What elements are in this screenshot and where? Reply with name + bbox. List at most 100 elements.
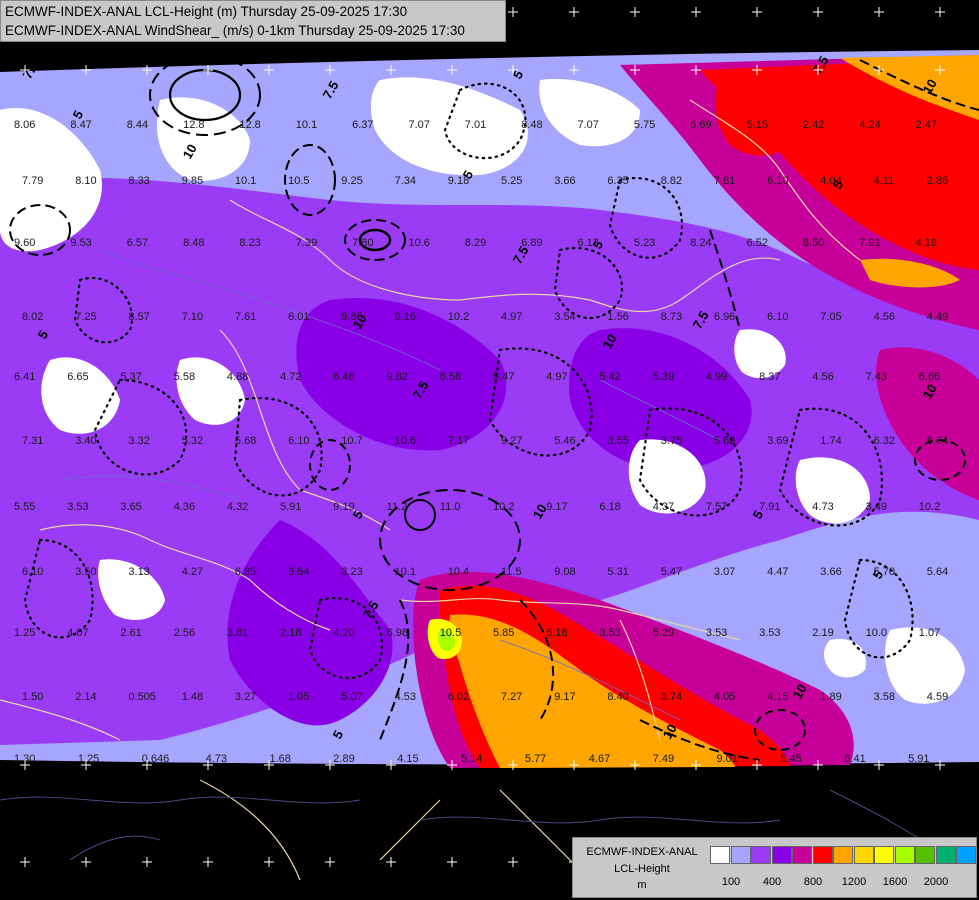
station-value: 6.35 (235, 566, 256, 578)
station-value: 5.85 (493, 627, 514, 639)
station-value: 3.13 (128, 566, 149, 578)
station-value: 4.36 (174, 501, 195, 513)
station-value: 6.41 (14, 371, 35, 383)
station-value: 6.66 (919, 371, 940, 383)
station-value: 9.60 (14, 237, 35, 249)
station-value: 4.88 (227, 371, 248, 383)
station-value: 4.04 (820, 175, 841, 187)
station-value: 7.17 (448, 435, 469, 447)
station-value: 5.25 (501, 175, 522, 187)
station-value: 7.39 (296, 237, 317, 249)
station-value: 2.86 (927, 175, 948, 187)
legend-swatch (833, 846, 853, 864)
station-value: 4.11 (874, 175, 895, 187)
station-value: 8.50 (803, 237, 824, 249)
station-value: 8.02 (22, 311, 43, 323)
station-value: 3.55 (607, 435, 628, 447)
station-value: 5.58 (174, 371, 195, 383)
station-value: 8.10 (75, 175, 96, 187)
station-value: 7.80 (352, 237, 373, 249)
station-value: 4.07 (67, 627, 88, 639)
station-value: 8.23 (239, 237, 260, 249)
station-value: 5.45 (780, 753, 801, 765)
station-value: 10.5 (288, 175, 309, 187)
station-value: 6.57 (127, 237, 148, 249)
station-value: 1.50 (22, 691, 43, 703)
legend-tick-label: 100 (721, 876, 741, 888)
legend-swatch (771, 846, 792, 864)
station-value: 3.69 (767, 435, 788, 447)
station-value: 3.66 (554, 175, 575, 187)
station-value: 10.6 (395, 435, 416, 447)
station-value: 5.32 (182, 435, 203, 447)
station-value: 7.91 (759, 501, 780, 513)
station-value: 5.42 (599, 371, 620, 383)
station-value: 4.56 (874, 311, 895, 323)
station-value: 6.89 (521, 237, 542, 249)
station-value: 10.1 (296, 119, 317, 131)
station-value: 0.505 (128, 691, 156, 703)
station-value: 1.05 (288, 691, 309, 703)
station-value: 8.82 (661, 175, 682, 187)
station-value: 11.2 (387, 501, 408, 513)
station-value: 2.18 (280, 627, 301, 639)
station-value: 8.47 (70, 119, 91, 131)
station-value: 6.32 (874, 435, 895, 447)
station-value: 3.53 (706, 627, 727, 639)
station-value: 6.37 (352, 119, 373, 131)
station-value: 9.19 (333, 501, 354, 513)
station-value: 4.24 (859, 119, 880, 131)
station-value: 2.89 (333, 753, 354, 765)
legend-swatch (915, 846, 935, 864)
legend-swatch (874, 846, 894, 864)
legend-title-source: ECMWF-INDEX-ANAL (586, 846, 698, 858)
station-value: 3.58 (874, 691, 895, 703)
station-value: 9.82 (387, 371, 408, 383)
station-value: 5.15 (747, 119, 768, 131)
station-value: 6.98 (387, 627, 408, 639)
station-value: 11.5 (501, 566, 522, 578)
station-value: 3.75 (661, 435, 682, 447)
station-value: 5.55 (14, 501, 35, 513)
station-value: 5.68 (235, 435, 256, 447)
station-value: 4.27 (182, 566, 203, 578)
station-value: 10.7 (341, 435, 362, 447)
legend-swatch (812, 846, 833, 864)
station-value: 5.47 (493, 371, 514, 383)
station-value: 10.0 (866, 627, 887, 639)
station-value: 5.47 (661, 566, 682, 578)
station-value: 6.96 (714, 311, 735, 323)
station-value: 3.23 (341, 566, 362, 578)
station-value: 6.18 (599, 501, 620, 513)
station-value: 4.18 (916, 237, 937, 249)
station-value: 1.25 (14, 627, 35, 639)
legend-tick-label: 1600 (882, 876, 908, 888)
station-value: 5.14 (461, 753, 482, 765)
station-value: 4.56 (812, 371, 833, 383)
legend-unit: m (637, 879, 647, 891)
station-value: 7.07 (409, 119, 430, 131)
station-value: 3.81 (227, 627, 248, 639)
station-value: 4.49 (927, 311, 948, 323)
station-value: 7.07 (578, 119, 599, 131)
station-value: 6.52 (747, 237, 768, 249)
station-value: 1.25 (78, 753, 99, 765)
station-value: 1.74 (820, 435, 841, 447)
station-value: 5.68 (714, 435, 735, 447)
legend-title-variable: LCL-Height (614, 863, 670, 875)
station-value: 5.70 (874, 566, 895, 578)
station-value: 5.23 (634, 237, 655, 249)
legend-tick-label: 1200 (841, 876, 867, 888)
station-value: 12.8 (183, 119, 204, 131)
station-value: 6.12 (578, 237, 599, 249)
station-value: 0.646 (142, 753, 170, 765)
station-value: 10.2 (493, 501, 514, 513)
station-value: 4.05 (714, 691, 735, 703)
station-value: 8.29 (465, 237, 486, 249)
station-value: 10.2 (448, 311, 469, 323)
station-value: 6.10 (22, 566, 43, 578)
station-value: 8.64 (927, 435, 948, 447)
station-value: 9.18 (448, 175, 469, 187)
legend-swatch (710, 846, 730, 864)
station-value: 5.31 (607, 566, 628, 578)
